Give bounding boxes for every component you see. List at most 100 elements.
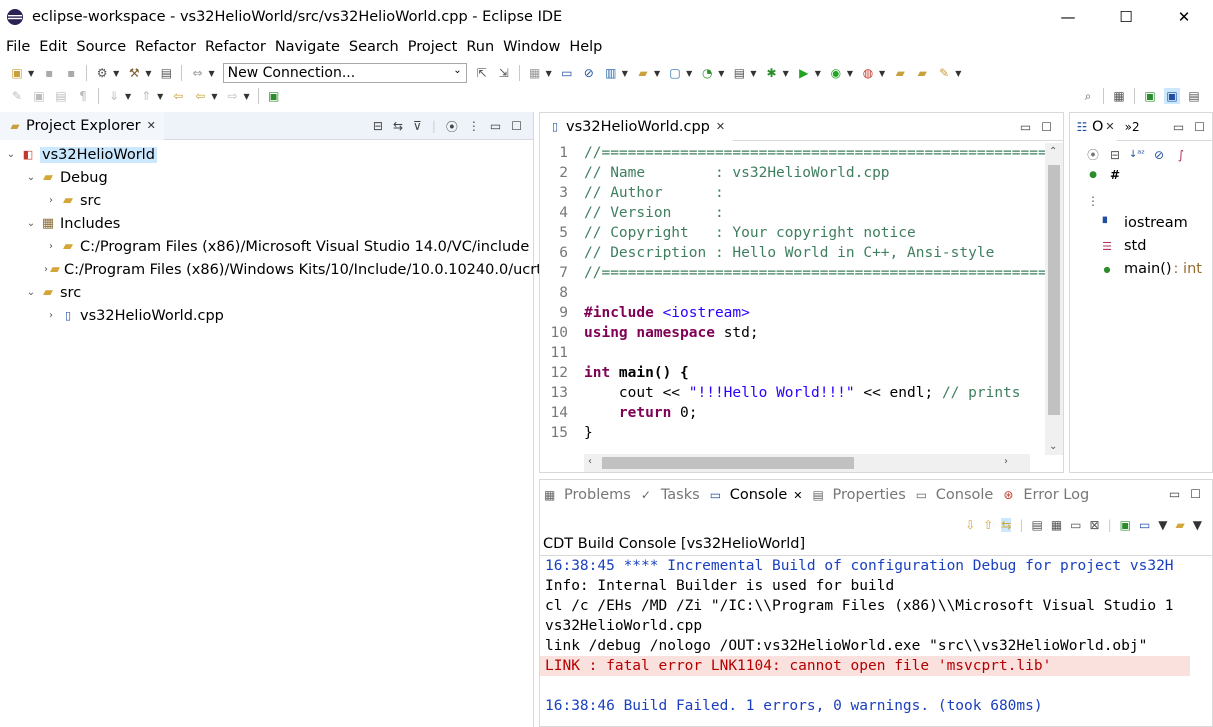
code-editor[interactable]: 1 //=====================================… — [540, 143, 1046, 453]
search-icon[interactable]: ⌕ — [1080, 88, 1096, 104]
new-dropdown-icon[interactable]: ▼ — [28, 69, 34, 78]
view-menu-icon[interactable]: ⋮ — [1085, 193, 1101, 209]
close-icon[interactable]: ✕ — [793, 489, 802, 502]
scroll-left-icon[interactable]: ‹ — [588, 456, 592, 467]
menu-run[interactable]: Run — [462, 39, 499, 55]
chevron-right-icon[interactable]: › — [44, 241, 58, 252]
next-annotation-icon[interactable]: ⇓ — [106, 88, 122, 104]
menu-window[interactable]: Window — [499, 39, 565, 55]
menu-edit[interactable]: Edit — [35, 39, 72, 55]
outline-item-std[interactable]: ☰ std — [1100, 235, 1146, 257]
last-edit-icon[interactable]: ⇦ — [170, 88, 186, 104]
hide-non-public-icon[interactable]: ● — [1085, 167, 1101, 183]
tab-console-2[interactable]: ▭ Console — [912, 480, 1000, 510]
chevron-right-icon[interactable]: › — [44, 195, 58, 206]
scrollbar-thumb[interactable] — [1048, 165, 1060, 415]
search-tool-dropdown-icon[interactable]: ▼ — [955, 69, 961, 78]
maximize-view-icon[interactable]: ☐ — [1194, 120, 1205, 134]
remote-2-icon[interactable]: ⇲ — [496, 65, 512, 81]
maximize-view-icon[interactable]: ☐ — [1190, 487, 1201, 501]
collapse-all-icon[interactable]: ⊟ — [1107, 147, 1123, 163]
new-icon[interactable]: ▣ — [9, 65, 25, 81]
menu-file[interactable]: File — [2, 39, 35, 55]
new-class-dropdown-icon[interactable]: ▼ — [686, 69, 692, 78]
link-with-editor-icon[interactable]: ⇆ — [393, 119, 403, 133]
back-dropdown-icon[interactable]: ▼ — [211, 92, 217, 101]
show-whitespace-icon[interactable]: ¶ — [75, 88, 91, 104]
run-dropdown-icon[interactable]: ▼ — [815, 69, 821, 78]
sort-icon[interactable]: ↓ᵃᶻ — [1129, 147, 1145, 163]
word-wrap-icon[interactable]: ▦ — [1051, 518, 1062, 532]
minimize-view-icon[interactable]: ▭ — [1173, 120, 1184, 134]
launch-dropdown-icon[interactable]: ▼ — [208, 69, 214, 78]
tree-item-include-ucrt[interactable]: › ▰ C:/Program Files (x86)/Windows Kits/… — [0, 258, 542, 281]
open-perspective-icon[interactable]: ▦ — [1111, 88, 1127, 104]
focus-icon[interactable]: ⦿ — [446, 118, 458, 135]
coverage-icon[interactable]: ◉ — [828, 65, 844, 81]
chevron-right-icon[interactable]: › — [44, 310, 58, 321]
mark-occurrences-icon[interactable]: ✎ — [9, 88, 25, 104]
open-console-icon[interactable]: ▰ — [1176, 518, 1185, 532]
minimize-view-icon[interactable]: ▭ — [1020, 120, 1031, 134]
console-output[interactable]: 16:38:45 **** Incremental Build of confi… — [540, 555, 1212, 726]
minimize-button[interactable]: — — [1039, 0, 1097, 34]
open-type-icon[interactable]: ▰ — [914, 65, 930, 81]
editor-horizontal-scrollbar[interactable]: ‹ › — [584, 454, 1030, 472]
menu-search[interactable]: Search — [345, 39, 404, 55]
tab-problems[interactable]: ▦ Problems — [540, 480, 637, 510]
next-error-icon[interactable]: ⇩ — [965, 518, 975, 532]
back-icon[interactable]: ⇦ — [192, 88, 208, 104]
close-icon[interactable]: ✕ — [1105, 120, 1114, 133]
build-hammer-icon[interactable]: ⚒ — [126, 65, 142, 81]
prev-error-icon[interactable]: ⇧ — [983, 518, 993, 532]
tree-item-include-vc[interactable]: › ▰ C:/Program Files (x86)/Microsoft Vis… — [0, 235, 533, 258]
chevron-down-icon[interactable]: ⌄ — [4, 149, 18, 160]
external-tools-icon[interactable]: ◍ — [860, 65, 876, 81]
overflow-tabs-indicator[interactable]: »2 — [1125, 120, 1140, 134]
tree-item-includes[interactable]: ⌄ ▦ Includes — [0, 212, 533, 235]
display-console-icon[interactable]: ▭ — [1139, 518, 1150, 532]
focus-icon[interactable]: ⦿ — [1085, 147, 1101, 163]
scrollbar-thumb[interactable] — [602, 457, 854, 469]
open-folder-icon[interactable]: ▰ — [892, 65, 908, 81]
filter-icon[interactable]: ⊽ — [413, 119, 422, 133]
debug-perspective-icon[interactable]: ▣ — [1142, 88, 1158, 104]
new-folder-icon[interactable]: ▰ — [635, 65, 651, 81]
tab-editor-file[interactable]: ▯ vs32HelioWorld.cpp ✕ — [540, 112, 734, 141]
run-icon[interactable]: ▶ — [796, 65, 812, 81]
tree-item-cpp-file[interactable]: › ▯ vs32HelioWorld.cpp — [0, 304, 533, 327]
new-project-dropdown-icon[interactable]: ▼ — [622, 69, 628, 78]
resource-perspective-icon[interactable]: ▤ — [1186, 88, 1202, 104]
skip-breakpoints-icon[interactable]: ⊘ — [581, 65, 597, 81]
next-annotation-dropdown-icon[interactable]: ▼ — [125, 92, 131, 101]
debug-dropdown-icon[interactable]: ▼ — [783, 69, 789, 78]
new-class-icon[interactable]: ▢ — [667, 65, 683, 81]
view-menu-icon[interactable]: ⋮ — [468, 119, 480, 133]
maximize-view-icon[interactable]: ☐ — [1041, 120, 1052, 134]
display-console-dropdown-icon[interactable]: ▼ — [1158, 518, 1167, 532]
build-dropdown-icon[interactable]: ▼ — [145, 69, 151, 78]
copy-icon[interactable]: ▭ — [1070, 518, 1081, 532]
forward-icon[interactable]: ⇨ — [224, 88, 240, 104]
outline-item-main[interactable]: ● main() : int — [1100, 258, 1202, 280]
minimize-view-icon[interactable]: ▭ — [1169, 487, 1180, 501]
gear-dropdown-icon[interactable]: ▼ — [113, 69, 119, 78]
prev-annotation-icon[interactable]: ⇑ — [138, 88, 154, 104]
menu-project[interactable]: Project — [404, 39, 463, 55]
console-error-line[interactable]: LINK : fatal error LNK1104: cannot open … — [540, 656, 1190, 676]
menu-navigate[interactable]: Navigate — [271, 39, 345, 55]
tab-outline[interactable]: ☷ O ✕ — [1070, 112, 1117, 141]
maximize-button[interactable]: ☐ — [1097, 0, 1155, 34]
collapse-all-icon[interactable]: ⊟ — [373, 119, 383, 133]
scroll-right-icon[interactable]: › — [1004, 456, 1008, 467]
forward-dropdown-icon[interactable]: ▼ — [243, 92, 249, 101]
chevron-down-icon[interactable]: ⌄ — [24, 218, 38, 229]
prev-annotation-dropdown-icon[interactable]: ▼ — [157, 92, 163, 101]
block-select-icon[interactable]: ▤ — [53, 88, 69, 104]
open-console-icon[interactable]: ▤ — [731, 65, 747, 81]
chevron-down-icon[interactable]: ⌄ — [24, 287, 38, 298]
build-config-dropdown-icon[interactable]: ▼ — [546, 69, 552, 78]
binary-icon[interactable]: ▤ — [158, 65, 174, 81]
scroll-lock-icon[interactable]: ▤ — [1031, 518, 1042, 532]
save-all-icon[interactable]: ▪ — [63, 65, 79, 81]
